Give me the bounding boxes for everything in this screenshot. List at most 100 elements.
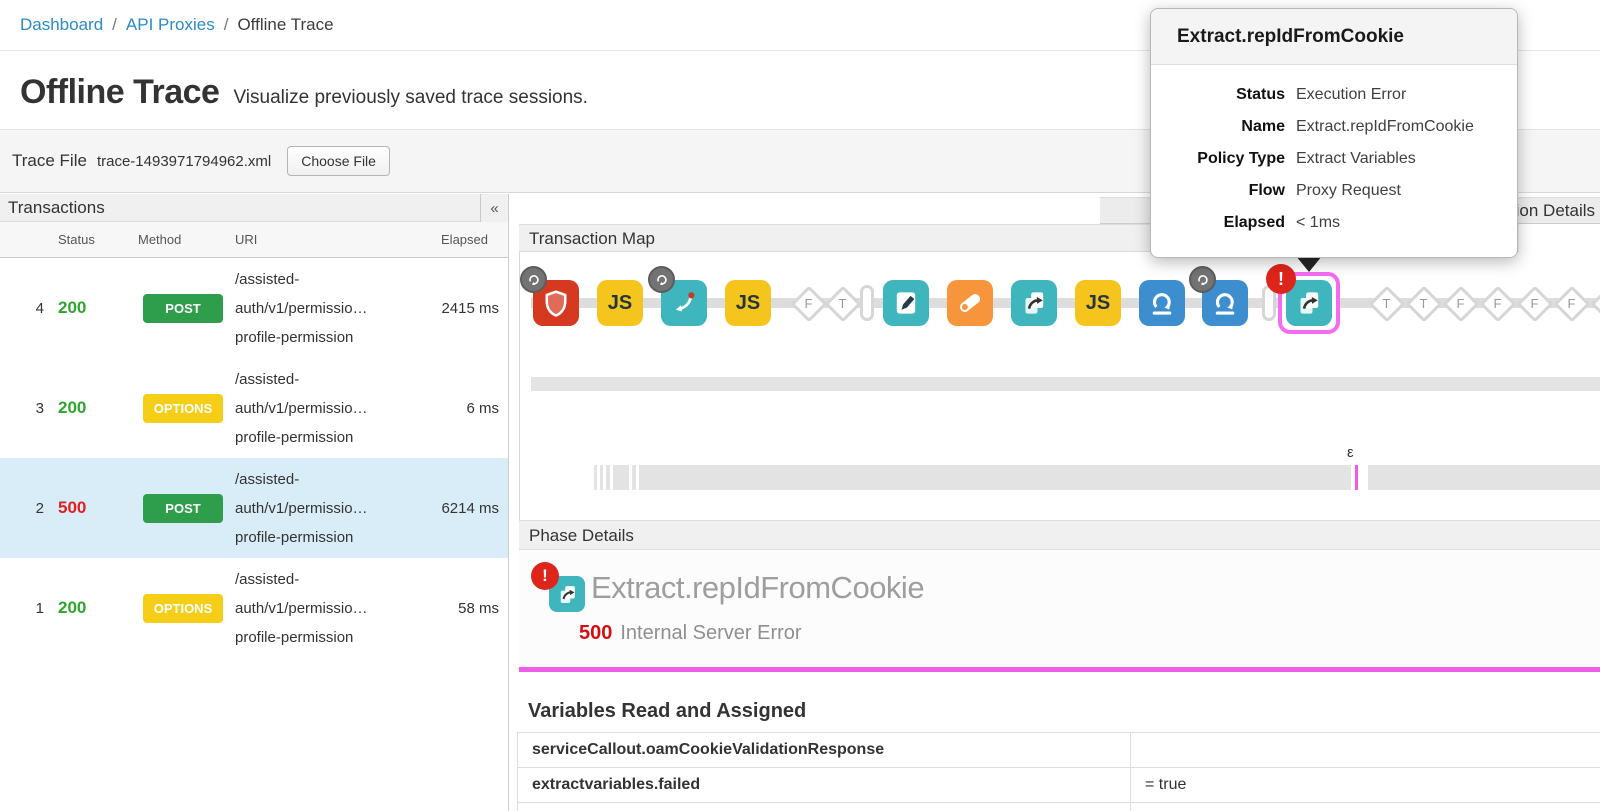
trace-file-label: Trace File — [12, 151, 87, 171]
col-header-status: Status — [50, 232, 130, 247]
loop-refresh-badge-icon — [648, 266, 675, 293]
policy-node-shield[interactable] — [533, 280, 579, 326]
page-title: Offline Trace — [20, 73, 219, 112]
collapse-panel-button[interactable]: « — [480, 194, 508, 222]
breadcrumb-separator: / — [112, 15, 117, 35]
execution-timeline-bar — [520, 465, 1600, 490]
flow-segment-pill — [860, 285, 874, 321]
policy-node-extract-variables-selected[interactable]: ! — [1278, 272, 1340, 334]
policy-tooltip: Extract.repIdFromCookie StatusExecution … — [1150, 8, 1518, 258]
loop-refresh-badge-icon — [520, 266, 547, 293]
status-badge: 200 — [50, 298, 130, 318]
variable-name: serviceCallout.oamCookieValidationRespon… — [518, 733, 1131, 767]
tx-num: 4 — [0, 300, 50, 317]
policy-node-javascript[interactable]: JS — [725, 280, 771, 326]
request-timeline-bar — [531, 377, 1600, 391]
policy-node-javascript[interactable]: JS — [597, 280, 643, 326]
method-badge: POST — [143, 294, 223, 323]
policy-node-extract-variables[interactable] — [1011, 280, 1057, 326]
transactions-panel-header: Transactions « — [0, 194, 508, 222]
phase-details-header: Phase Details — [519, 520, 1600, 550]
condition-node-false[interactable]: F — [1479, 285, 1516, 322]
policy-node-script[interactable] — [947, 280, 993, 326]
transactions-panel: Transactions « Status Method URI Elapsed… — [0, 194, 509, 811]
extract-variables-icon — [1017, 286, 1051, 320]
shield-icon — [539, 286, 573, 320]
pencil-icon — [889, 286, 923, 320]
tx-elapsed: 58 ms — [408, 600, 508, 617]
phase-policy-name: Extract.repIdFromCookie — [591, 570, 924, 606]
phase-status-line: 500Internal Server Error — [579, 622, 802, 645]
policy-node-service-callout[interactable] — [1139, 280, 1185, 326]
variable-value: = true — [1131, 768, 1600, 802]
transaction-map: JS JS F T JS — [519, 252, 1600, 520]
phase-divider — [519, 667, 1600, 672]
tooltip-arrow-icon — [1296, 256, 1322, 272]
condition-node-true[interactable]: T — [1405, 285, 1442, 322]
table-row — [518, 803, 1600, 811]
tooltip-title: Extract.repIdFromCookie — [1151, 9, 1517, 65]
method-badge: OPTIONS — [143, 394, 223, 423]
condition-node-false[interactable]: F — [1590, 285, 1600, 322]
callout-arrow-icon — [667, 286, 701, 320]
method-badge: OPTIONS — [143, 594, 223, 623]
javascript-icon: JS — [736, 292, 760, 315]
table-row: serviceCallout.oamCookieValidationRespon… — [518, 733, 1600, 768]
tooltip-body: StatusExecution Error NameExtract.repIdF… — [1151, 65, 1517, 239]
condition-node-false[interactable]: F — [1553, 285, 1590, 322]
breadcrumb-dashboard[interactable]: Dashboard — [20, 15, 103, 35]
loop-icon — [1208, 286, 1242, 320]
tx-uri: /assisted- auth/v1/permissio… profile-pe… — [230, 465, 408, 552]
status-badge: 200 — [50, 598, 130, 618]
transactions-table-header: Status Method URI Elapsed — [0, 222, 508, 258]
condition-node-false[interactable]: F — [1516, 285, 1553, 322]
offline-trace-app: Dashboard / API Proxies / Offline Trace … — [0, 0, 1600, 811]
condition-node-true[interactable]: T — [1368, 285, 1405, 322]
method-cell: OPTIONS — [130, 594, 230, 623]
variable-name: extractvariables.failed — [518, 768, 1131, 802]
transactions-title: Transactions — [0, 198, 105, 218]
table-row[interactable]: 3 200 OPTIONS /assisted- auth/v1/permiss… — [0, 358, 508, 458]
error-badge-icon: ! — [1266, 264, 1296, 294]
page-subtitle: Visualize previously saved trace session… — [233, 87, 588, 109]
table-row[interactable]: 4 200 POST /assisted- auth/v1/permissio…… — [0, 258, 508, 358]
javascript-icon: JS — [1086, 292, 1110, 315]
col-header-uri: URI — [230, 232, 408, 247]
breadcrumb-separator: / — [224, 15, 229, 35]
error-time-marker — [1355, 465, 1358, 490]
tx-uri: /assisted- auth/v1/permissio… profile-pe… — [230, 365, 408, 452]
javascript-icon: JS — [608, 292, 632, 315]
variable-value — [1131, 803, 1600, 811]
condition-node-false[interactable]: F — [1442, 285, 1479, 322]
condition-node-false[interactable]: F — [790, 285, 827, 322]
loop-icon — [1145, 286, 1179, 320]
policy-node-callout[interactable] — [661, 280, 707, 326]
method-cell: POST — [130, 294, 230, 323]
tx-num: 2 — [0, 500, 50, 517]
variables-section-title: Variables Read and Assigned — [528, 700, 806, 723]
method-badge: POST — [143, 494, 223, 523]
tx-num: 1 — [0, 600, 50, 617]
table-row[interactable]: 1 200 OPTIONS /assisted- auth/v1/permiss… — [0, 558, 508, 658]
http-status-text: Internal Server Error — [620, 622, 801, 644]
breadcrumb-current: Offline Trace — [237, 15, 333, 35]
method-cell: POST — [130, 494, 230, 523]
error-badge-icon: ! — [531, 562, 559, 590]
policy-node-javascript[interactable]: JS — [1075, 280, 1121, 326]
variables-table: serviceCallout.oamCookieValidationRespon… — [517, 732, 1600, 811]
choose-file-button[interactable]: Choose File — [287, 146, 390, 176]
table-row-selected[interactable]: 2 500 POST /assisted- auth/v1/permissio…… — [0, 458, 508, 558]
loop-refresh-badge-icon — [1189, 266, 1216, 293]
breadcrumb-api-proxies[interactable]: API Proxies — [126, 15, 215, 35]
condition-node-true[interactable]: T — [824, 285, 861, 322]
extract-variables-icon — [1292, 286, 1326, 320]
method-cell: OPTIONS — [130, 394, 230, 423]
status-badge: 200 — [50, 398, 130, 418]
tx-num: 3 — [0, 400, 50, 417]
variable-name — [518, 803, 1131, 811]
policy-node-assign-message[interactable] — [883, 280, 929, 326]
epsilon-marker-label: ε — [1347, 444, 1354, 461]
col-header-elapsed: Elapsed — [408, 232, 508, 247]
policy-node-service-callout[interactable] — [1202, 280, 1248, 326]
phase-details-content: ! Extract.repIdFromCookie 500Internal Se… — [519, 550, 1600, 667]
